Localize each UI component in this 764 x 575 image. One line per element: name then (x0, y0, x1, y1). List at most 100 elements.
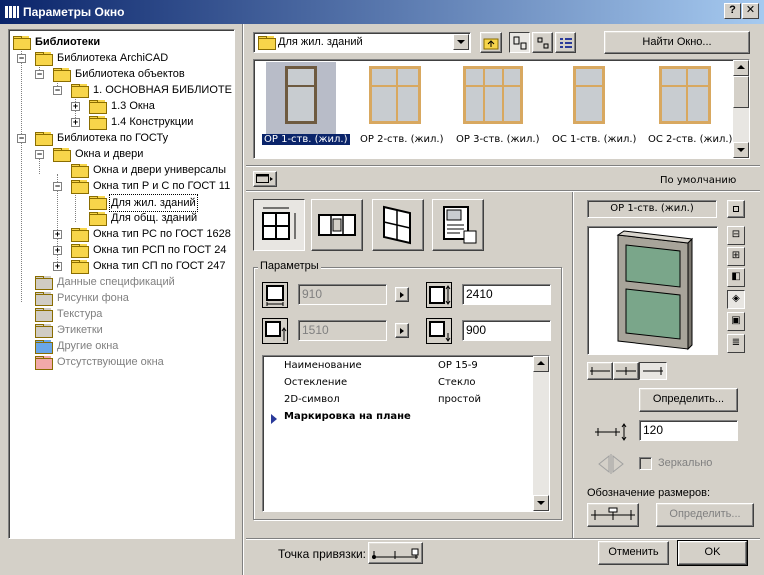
window-thumb-icon (285, 66, 317, 124)
tree-item-type-rsp[interactable]: + Окна тип РСП по ГОСТ 24 (49, 242, 234, 258)
gallery-thumb-2[interactable] (365, 64, 425, 128)
gallery-thumb-4[interactable] (559, 64, 619, 128)
cancel-button[interactable]: Отменить (598, 541, 669, 565)
view-large-icons-button[interactable] (509, 32, 530, 53)
collapse-icon[interactable]: − (35, 70, 44, 79)
view-3d-button[interactable]: ◈ (727, 290, 745, 309)
tab-3d-view[interactable] (372, 199, 424, 251)
tree-item-public[interactable]: Для общ. зданий (85, 210, 230, 226)
scroll-up-button[interactable] (533, 356, 549, 372)
tree-item-universal[interactable]: Окна и двери универсалы (67, 162, 234, 178)
anchor-point-button[interactable] (368, 542, 423, 564)
position-center-button[interactable] (613, 362, 639, 380)
view-listing-button[interactable]: ≣ (727, 334, 745, 353)
expand-icon[interactable]: + (53, 262, 62, 271)
param-row[interactable]: Остекление Стекло (263, 377, 533, 393)
expand-icon[interactable]: + (53, 246, 62, 255)
width-field[interactable]: 910 (298, 284, 387, 305)
param-row[interactable]: 2D-символ простой (263, 394, 533, 410)
expand-icon[interactable]: + (53, 230, 62, 239)
collapse-icon[interactable]: − (53, 86, 62, 95)
tree-item-labels[interactable]: Этикетки (31, 322, 231, 338)
sill-field[interactable]: 1510 (298, 320, 387, 341)
parameter-list[interactable]: Наименование ОР 15-9 Остекление Стекло 2… (262, 355, 550, 512)
position-left-button[interactable] (587, 362, 613, 380)
settings-menu-button[interactable] (253, 171, 277, 187)
gallery-scrollbar[interactable] (733, 60, 749, 158)
tree-item-constructions[interactable]: + 1.4 Конструкции (67, 114, 227, 130)
view-plan-button[interactable]: ⊟ (727, 226, 745, 245)
ok-button[interactable]: OK (677, 540, 748, 566)
library-icon (5, 6, 19, 18)
tree-item-type-rs[interactable]: + Окна тип РС по ГОСТ 1628 (49, 226, 234, 242)
view-small-icons-button[interactable] (532, 32, 553, 53)
scroll-down-button[interactable] (733, 142, 749, 158)
tree-item-windows-doors[interactable]: − Окна и двери (31, 146, 231, 162)
splitter[interactable] (242, 24, 244, 575)
collapse-icon[interactable]: − (17, 54, 26, 63)
height-icon (426, 282, 452, 308)
expand-icon[interactable]: + (71, 118, 80, 127)
gallery-thumb-1[interactable] (271, 64, 331, 128)
height-field[interactable]: 2410 (462, 284, 551, 305)
tree-item-texture[interactable]: Текстура (31, 306, 231, 322)
view-section-button[interactable]: ▣ (727, 312, 745, 331)
tab-dimensions[interactable] (253, 199, 305, 251)
param-list-scrollbar[interactable] (533, 356, 549, 511)
view-elevation-button[interactable]: ⊞ (727, 247, 745, 266)
params-group-label: Параметры (258, 260, 321, 272)
expand-triangle-icon[interactable] (271, 414, 277, 424)
tree-item-missing-windows[interactable]: Отсутствующие окна (31, 354, 231, 370)
tree-item-spec-data[interactable]: Данные спецификаций (31, 274, 231, 290)
view-list-button[interactable] (555, 32, 576, 53)
param-row[interactable]: Наименование ОР 15-9 (263, 360, 533, 376)
preview-options-button[interactable] (727, 200, 745, 218)
scroll-down-button[interactable] (533, 495, 549, 511)
folder-combo[interactable]: Для жил. зданий (253, 32, 471, 53)
collapse-icon[interactable]: − (35, 150, 44, 159)
tree-item-objects[interactable]: − Библиотека объектов (31, 66, 231, 82)
tree-item-windows[interactable]: + 1.3 Окна (67, 98, 227, 114)
gallery-thumb-3[interactable] (463, 64, 523, 128)
offset-field[interactable]: 120 (639, 420, 738, 441)
define-button[interactable]: Определить... (639, 388, 738, 412)
tab-listing[interactable] (432, 199, 484, 251)
folder-up-button[interactable] (480, 32, 502, 53)
tree-item-background[interactable]: Рисунки фона (31, 290, 231, 306)
settings-menu-icon (256, 174, 273, 183)
tree-item-libraries[interactable]: Библиотеки (13, 34, 233, 50)
param-row-group[interactable]: Маркировка на плане (263, 411, 533, 427)
window-thumb-icon (369, 66, 421, 124)
chevron-down-icon[interactable] (453, 34, 469, 50)
collapse-icon[interactable]: − (17, 134, 26, 143)
help-button[interactable]: ? (724, 3, 741, 19)
dimension-marker-button[interactable] (587, 503, 639, 527)
collapse-icon[interactable]: − (53, 182, 62, 191)
window-3d-preview (616, 230, 694, 351)
close-button[interactable]: ✕ (742, 3, 759, 19)
tree-item-gost-library[interactable]: − Библиотека по ГОСТу (13, 130, 233, 146)
gallery-thumb-5[interactable] (655, 64, 715, 128)
window-gallery[interactable]: ОР 1-ств. (жил.) ОР 2-ств. (жил.) ОР 3-с… (253, 59, 750, 159)
folder-open-icon (53, 68, 71, 82)
scroll-up-button[interactable] (733, 60, 749, 76)
tab-section[interactable] (311, 199, 363, 251)
view-side-button[interactable]: ◧ (727, 268, 745, 287)
tree-item-residential[interactable]: Для жил. зданий (85, 194, 230, 212)
tree-item-type-sp[interactable]: + Окна тип СП по ГОСТ 247 (49, 258, 234, 274)
expand-icon[interactable]: + (71, 102, 80, 111)
reveal-field[interactable]: 900 (462, 320, 551, 341)
width-arrow-button[interactable] (395, 287, 409, 302)
gallery-label: ОС 1-ств. (жил.) (552, 134, 637, 145)
sill-arrow-button[interactable] (395, 323, 409, 338)
mirror-checkbox[interactable] (639, 457, 652, 470)
scroll-thumb[interactable] (733, 76, 749, 108)
tree-item-main-library[interactable]: − 1. ОСНОВНАЯ БИБЛИОТЕ (49, 82, 234, 98)
tree-item-type-r-s[interactable]: − Окна тип Р и С по ГОСТ 11 (49, 178, 234, 194)
define-dimension-button[interactable]: Определить... (656, 503, 754, 527)
tree-item-other-windows[interactable]: Другие окна (31, 338, 231, 354)
tree-item-archicad[interactable]: − Библиотека ArchiCAD (13, 50, 233, 66)
library-tree[interactable]: Библиотеки − Библиотека ArchiCAD − Библи… (8, 29, 235, 539)
find-window-button[interactable]: Найти Окно... (604, 31, 750, 54)
position-right-button[interactable] (639, 362, 667, 380)
